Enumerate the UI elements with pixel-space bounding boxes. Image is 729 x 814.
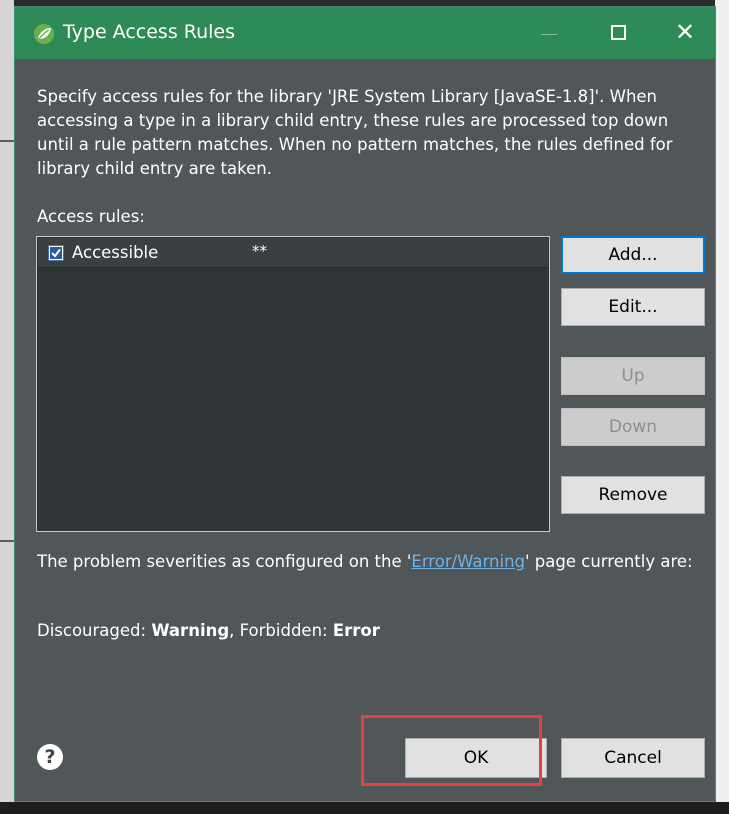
severity-values: Discouraged: Warning, Forbidden: Error	[37, 621, 380, 640]
access-rules-label: Access rules:	[37, 207, 145, 226]
rule-kind: Accessible	[72, 243, 159, 262]
minimize-button[interactable]	[541, 34, 557, 35]
dialog-description: Specify access rules for the library 'JR…	[37, 87, 673, 178]
title-bar: Type Access Rules ✕	[15, 7, 715, 59]
severity-info-text: The problem severities as configured on …	[37, 552, 693, 571]
access-rule-row[interactable]: Accessible **	[38, 238, 548, 268]
ok-highlight-annotation	[361, 715, 542, 786]
edit-button[interactable]: Edit...	[561, 288, 705, 326]
up-button[interactable]: Up	[561, 357, 705, 395]
background-window-right-edge	[715, 0, 729, 814]
window-title: Type Access Rules	[63, 21, 236, 43]
maximize-button[interactable]	[611, 25, 626, 40]
help-icon[interactable]: ?	[37, 744, 63, 770]
rule-pattern: **	[252, 242, 267, 260]
discouraged-severity: Warning	[151, 621, 230, 640]
forbidden-severity: Error	[332, 621, 380, 640]
eclipse-leaf-icon	[33, 23, 55, 45]
down-button[interactable]: Down	[561, 408, 705, 446]
cancel-button[interactable]: Cancel	[561, 738, 705, 778]
type-access-rules-dialog: Type Access Rules ✕ Specify access rules…	[14, 6, 716, 802]
error-warning-link[interactable]: Error/Warning	[411, 552, 525, 571]
checkmark-icon	[50, 247, 62, 259]
close-button[interactable]: ✕	[675, 20, 695, 44]
rule-enabled-checkbox[interactable]	[48, 245, 64, 261]
background-window-bottom-edge	[0, 802, 729, 814]
access-rules-list[interactable]: Accessible **	[36, 236, 550, 532]
add-button[interactable]: Add...	[561, 236, 705, 274]
background-window-left-edge	[0, 0, 14, 814]
remove-button[interactable]: Remove	[561, 476, 705, 514]
